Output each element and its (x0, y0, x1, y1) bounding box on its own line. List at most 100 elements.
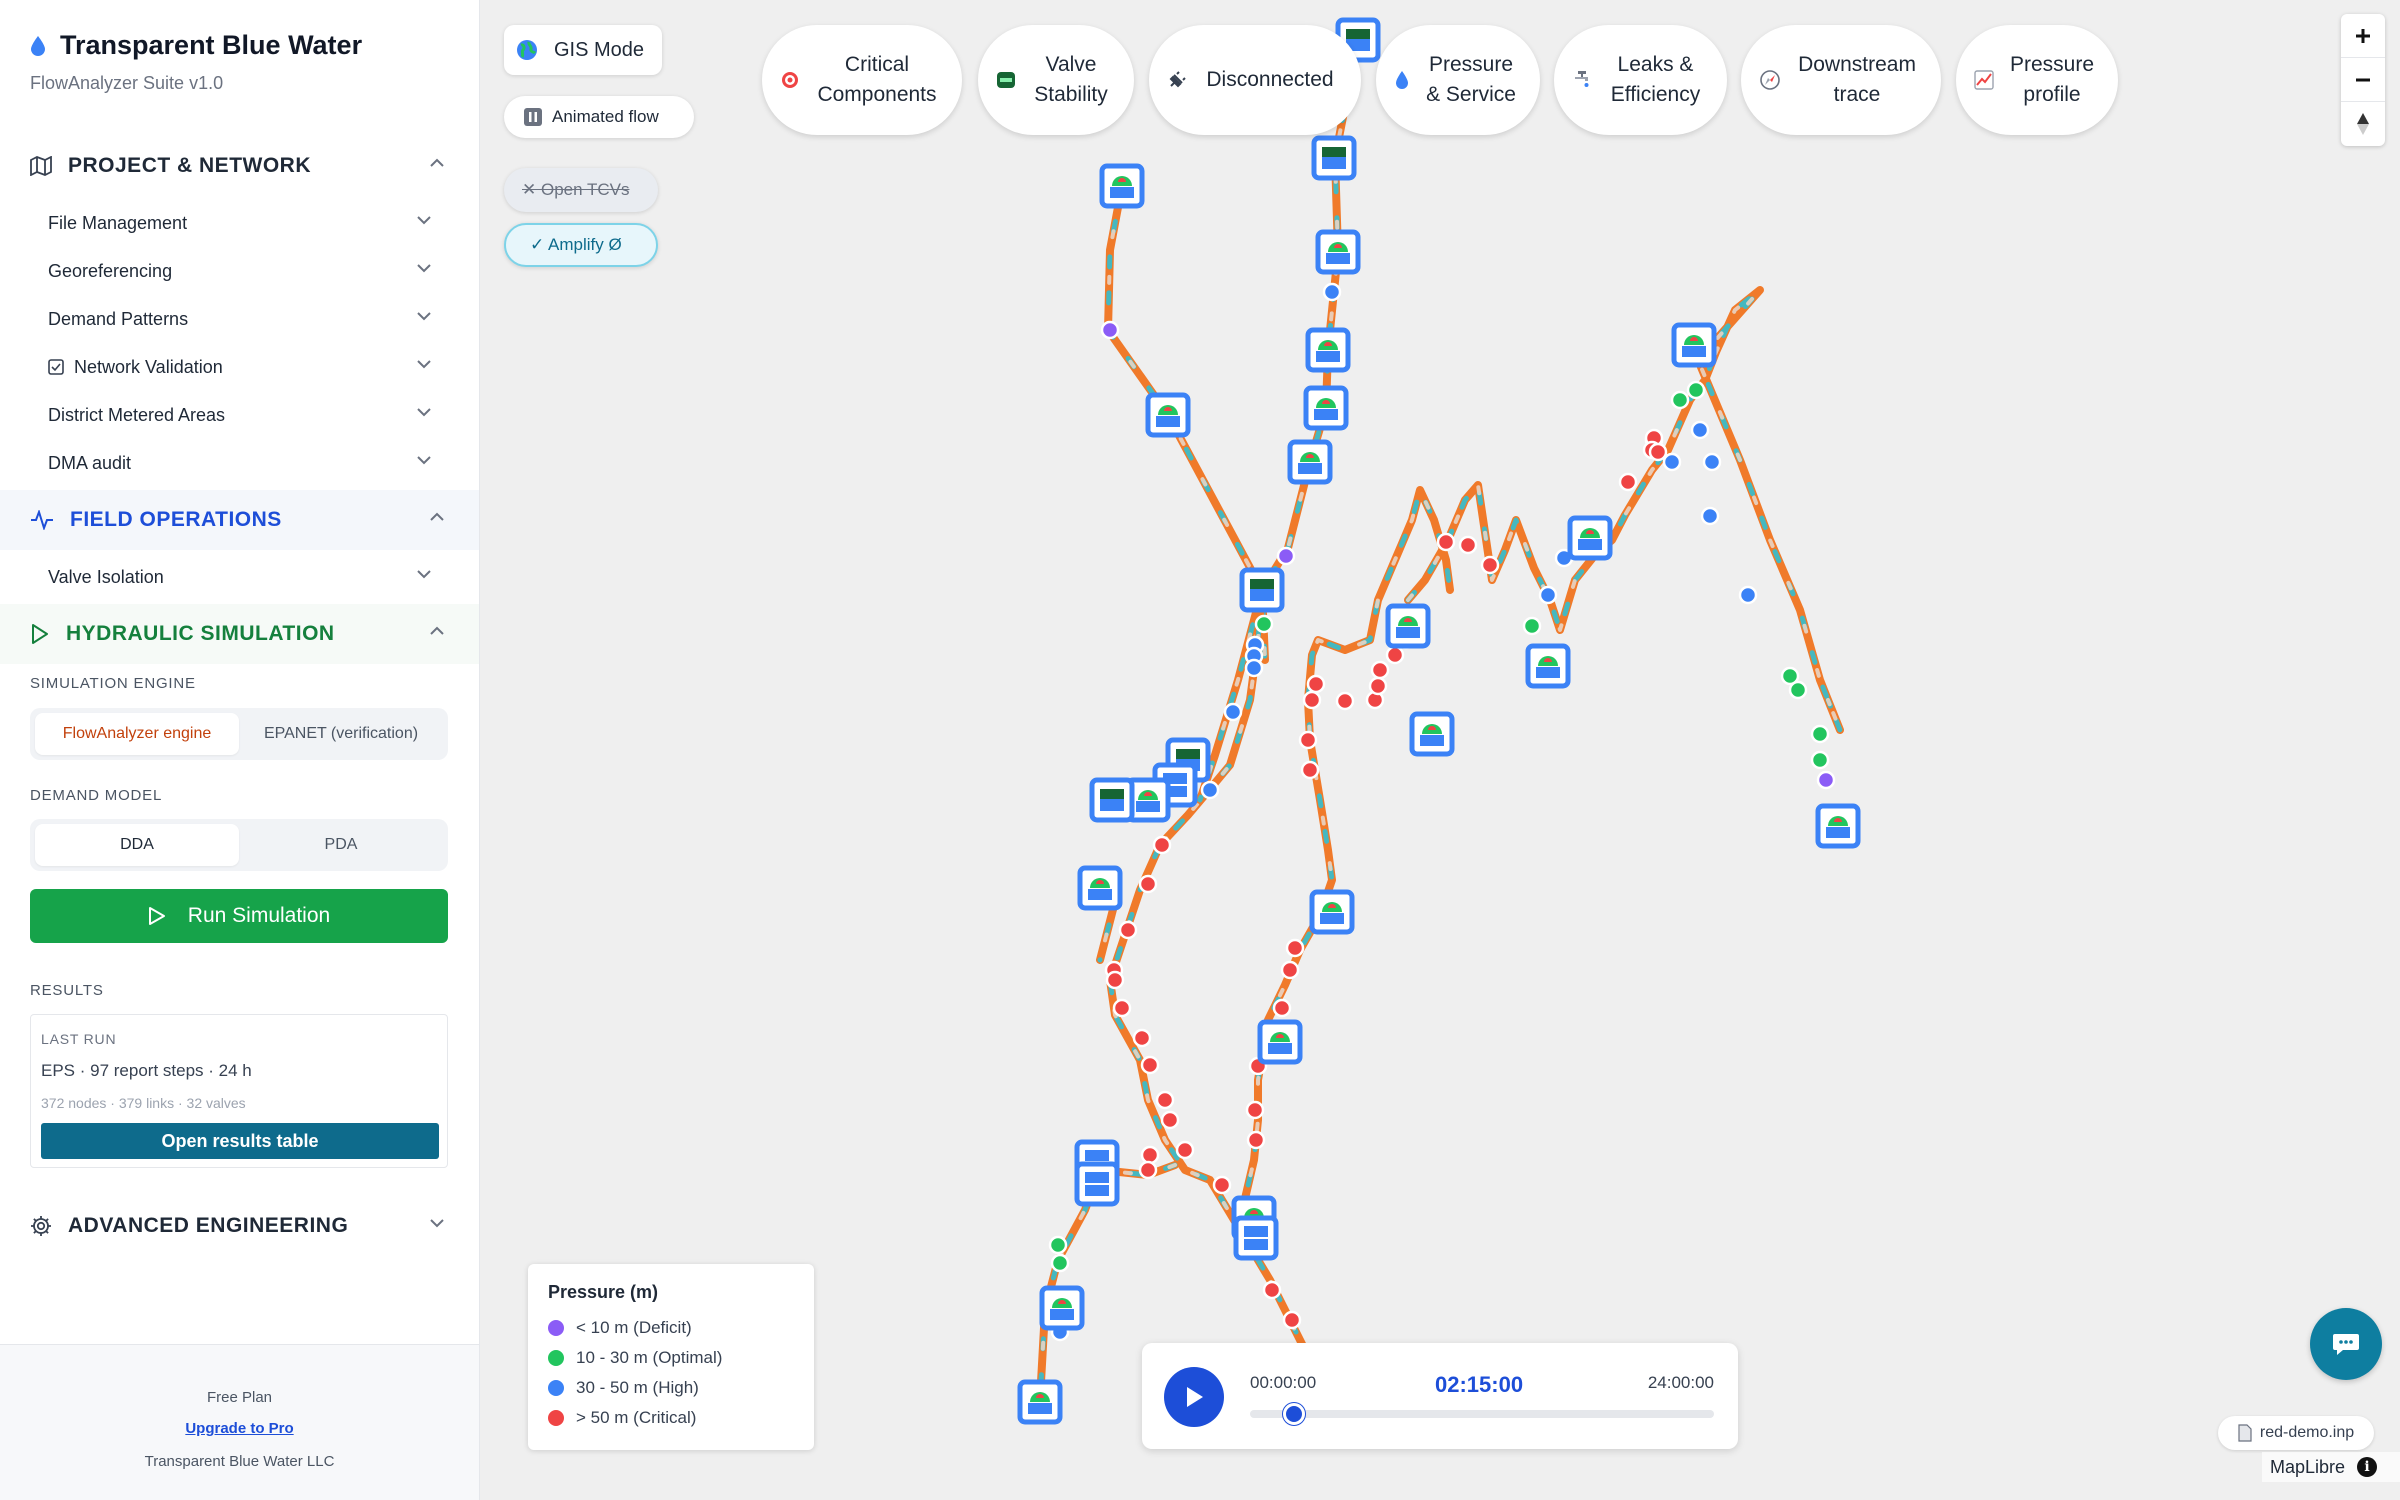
tank-node[interactable] (1311, 135, 1357, 181)
tank-node[interactable] (1671, 322, 1717, 368)
junction-node[interactable] (1662, 452, 1682, 472)
tank-node[interactable] (1145, 392, 1191, 438)
junction-node[interactable] (1118, 920, 1138, 940)
junction-node[interactable] (1670, 390, 1690, 410)
junction-node[interactable] (1212, 1175, 1232, 1195)
zoom-in-button[interactable] (2341, 14, 2385, 58)
tank-node[interactable] (1077, 865, 1123, 911)
section-hydraulic-simulation[interactable]: HYDRAULIC SIMULATION (0, 604, 479, 664)
nav-district-metered-areas[interactable]: District Metered Areas (48, 395, 432, 435)
junction-node[interactable] (1155, 1090, 1175, 1110)
tank-node[interactable] (1287, 439, 1333, 485)
junction-node[interactable] (1262, 1280, 1282, 1300)
junction-node[interactable] (1816, 770, 1836, 790)
junction-node[interactable] (1276, 546, 1296, 566)
nav-demand-patterns[interactable]: Demand Patterns (48, 299, 432, 339)
pill-downstream-trace[interactable]: Downstream trace (1741, 25, 1941, 135)
junction-node[interactable] (1285, 938, 1305, 958)
upgrade-link[interactable]: Upgrade to Pro (0, 1420, 479, 1437)
engine-flowanalyzer[interactable]: FlowAnalyzer engine (35, 713, 239, 755)
demand-pda[interactable]: PDA (239, 824, 443, 866)
gis-mode-toggle[interactable]: GIS Mode (504, 25, 662, 75)
junction-node[interactable] (1138, 874, 1158, 894)
pill-leaks-efficiency[interactable]: Leaks & Efficiency (1554, 25, 1727, 135)
compass-reset-button[interactable] (2341, 102, 2385, 146)
engine-epanet[interactable]: EPANET (verification) (239, 713, 443, 755)
zoom-out-button[interactable] (2341, 58, 2385, 102)
pill-pressure-profile[interactable]: Pressure profile (1956, 25, 2118, 135)
junction-node[interactable] (1280, 960, 1300, 980)
section-project-network[interactable]: PROJECT & NETWORK (0, 136, 479, 196)
tank-node[interactable] (1074, 1161, 1120, 1207)
tank-node[interactable] (1815, 803, 1861, 849)
tank-node[interactable] (1017, 1379, 1063, 1425)
play-button[interactable] (1164, 1367, 1224, 1427)
timeline-slider[interactable] (1250, 1403, 1714, 1425)
junction-node[interactable] (1370, 660, 1390, 680)
run-simulation-button[interactable]: Run Simulation (30, 889, 448, 943)
junction-node[interactable] (1368, 676, 1388, 696)
junction-node[interactable] (1254, 614, 1274, 634)
junction-node[interactable] (1690, 420, 1710, 440)
junction-node[interactable] (1686, 380, 1706, 400)
demand-dda[interactable]: DDA (35, 824, 239, 866)
tank-node[interactable] (1039, 1285, 1085, 1331)
junction-node[interactable] (1223, 702, 1243, 722)
open-tcvs-toggle[interactable]: ✕ Open TCVs (504, 168, 658, 212)
nav-network-validation[interactable]: Network Validation (48, 347, 432, 387)
tank-node[interactable] (1303, 385, 1349, 431)
junction-node[interactable] (1480, 555, 1500, 575)
tank-node[interactable] (1233, 1215, 1279, 1261)
junction-node[interactable] (1788, 680, 1808, 700)
junction-node[interactable] (1300, 760, 1320, 780)
junction-node[interactable] (1272, 998, 1292, 1018)
junction-node[interactable] (1105, 970, 1125, 990)
junction-node[interactable] (1048, 1235, 1068, 1255)
section-advanced-engineering[interactable]: ADVANCED ENGINEERING (0, 1196, 479, 1256)
junction-node[interactable] (1538, 585, 1558, 605)
junction-node[interactable] (1050, 1253, 1070, 1273)
junction-node[interactable] (1436, 532, 1456, 552)
junction-node[interactable] (1282, 1310, 1302, 1330)
tank-node[interactable] (1309, 889, 1355, 935)
animated-flow-toggle[interactable]: Animated flow (504, 96, 694, 138)
info-icon[interactable]: i (2357, 1457, 2378, 1477)
junction-node[interactable] (1245, 1100, 1265, 1120)
junction-node[interactable] (1302, 690, 1322, 710)
amplify-diameter-toggle[interactable]: ✓ Amplify Ø (504, 223, 658, 267)
junction-node[interactable] (1322, 282, 1342, 302)
tank-node[interactable] (1305, 327, 1351, 373)
pill-disconnected[interactable]: Disconnected (1149, 25, 1361, 135)
junction-node[interactable] (1140, 1145, 1160, 1165)
timeline-thumb[interactable] (1282, 1403, 1305, 1425)
tank-node[interactable] (1409, 711, 1455, 757)
junction-node[interactable] (1702, 452, 1722, 472)
junction-node[interactable] (1810, 724, 1830, 744)
tank-node[interactable] (1315, 229, 1361, 275)
junction-node[interactable] (1810, 750, 1830, 770)
section-field-operations[interactable]: FIELD OPERATIONS (0, 490, 479, 550)
pipe-segment[interactable] (1404, 286, 1844, 734)
junction-node[interactable] (1246, 1130, 1266, 1150)
junction-node[interactable] (1160, 1110, 1180, 1130)
junction-node[interactable] (1700, 506, 1720, 526)
junction-node[interactable] (1618, 472, 1638, 492)
junction-node[interactable] (1522, 616, 1542, 636)
junction-node[interactable] (1152, 835, 1172, 855)
tank-node[interactable] (1239, 567, 1285, 613)
junction-node[interactable] (1298, 730, 1318, 750)
junction-node[interactable] (1100, 320, 1120, 340)
junction-node[interactable] (1140, 1055, 1160, 1075)
tank-node[interactable] (1089, 777, 1135, 823)
pill-pressure-service[interactable]: Pressure & Service (1376, 25, 1540, 135)
nav-georeferencing[interactable]: Georeferencing (48, 251, 432, 291)
tank-node[interactable] (1567, 515, 1613, 561)
open-results-table-button[interactable]: Open results table (41, 1123, 439, 1159)
junction-node[interactable] (1738, 585, 1758, 605)
nav-valve-isolation[interactable]: Valve Isolation (48, 557, 432, 597)
pill-valve-stability[interactable]: Valve Stability (978, 25, 1134, 135)
chat-button[interactable] (2310, 1308, 2382, 1380)
junction-node[interactable] (1306, 674, 1326, 694)
tank-node[interactable] (1385, 603, 1431, 649)
junction-node[interactable] (1138, 1160, 1158, 1180)
